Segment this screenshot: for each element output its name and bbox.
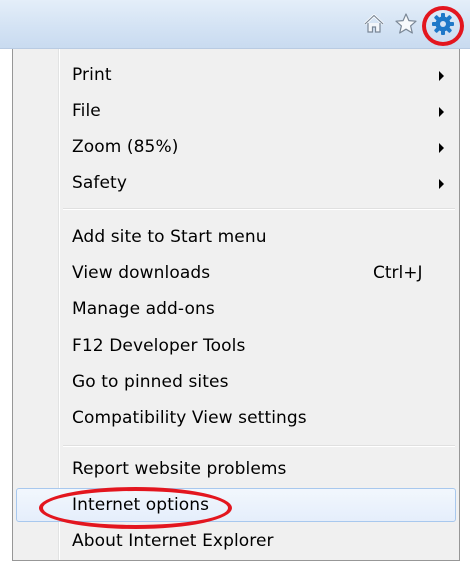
menu-item-label: Zoom (85%) bbox=[72, 137, 179, 157]
home-icon[interactable] bbox=[362, 12, 386, 36]
menu-item-file[interactable]: File bbox=[16, 94, 456, 128]
menu-item-label: File bbox=[72, 101, 101, 121]
menu-item-view-downloads[interactable]: View downloads Ctrl+J bbox=[16, 256, 456, 290]
menu-item-label: Safety bbox=[72, 173, 127, 193]
tools-dropdown-menu: Print File Zoom (85%) Safety Add site to… bbox=[12, 49, 460, 561]
menu-item-label: F12 Developer Tools bbox=[72, 336, 246, 356]
menu-item-label: Report website problems bbox=[72, 459, 287, 479]
submenu-arrow-icon bbox=[439, 107, 444, 117]
favorites-star-icon[interactable] bbox=[394, 12, 418, 36]
menu-item-report-website-problems[interactable]: Report website problems bbox=[16, 452, 456, 486]
internet-options-annotation-circle bbox=[39, 487, 232, 529]
menu-item-label: Print bbox=[72, 65, 112, 85]
menu-item-label: View downloads bbox=[72, 263, 211, 283]
command-toolbar bbox=[0, 0, 470, 49]
menu-item-label: Go to pinned sites bbox=[72, 372, 229, 392]
menu-item-safety[interactable]: Safety bbox=[16, 166, 456, 200]
gear-annotation-circle bbox=[422, 6, 464, 46]
menu-item-label: Manage add-ons bbox=[72, 299, 215, 319]
menu-item-label: Compatibility View settings bbox=[72, 408, 307, 428]
submenu-arrow-icon bbox=[439, 179, 444, 189]
menu-item-print[interactable]: Print bbox=[16, 58, 456, 92]
menu-item-shortcut: Ctrl+J bbox=[373, 263, 423, 283]
menu-item-f12-developer-tools[interactable]: F12 Developer Tools bbox=[16, 329, 456, 363]
menu-item-label: Add site to Start menu bbox=[72, 227, 267, 247]
menu-item-label: About Internet Explorer bbox=[72, 531, 274, 551]
submenu-arrow-icon bbox=[439, 71, 444, 81]
menu-item-add-site-to-start-menu[interactable]: Add site to Start menu bbox=[16, 220, 456, 254]
menu-item-about-internet-explorer[interactable]: About Internet Explorer bbox=[16, 524, 456, 558]
menu-item-manage-add-ons[interactable]: Manage add-ons bbox=[16, 292, 456, 326]
submenu-arrow-icon bbox=[439, 143, 444, 153]
menu-separator bbox=[63, 208, 455, 210]
menu-item-compatibility-view-settings[interactable]: Compatibility View settings bbox=[16, 401, 456, 435]
menu-item-zoom[interactable]: Zoom (85%) bbox=[16, 130, 456, 164]
menu-separator bbox=[63, 445, 455, 447]
menu-item-go-to-pinned-sites[interactable]: Go to pinned sites bbox=[16, 365, 456, 399]
